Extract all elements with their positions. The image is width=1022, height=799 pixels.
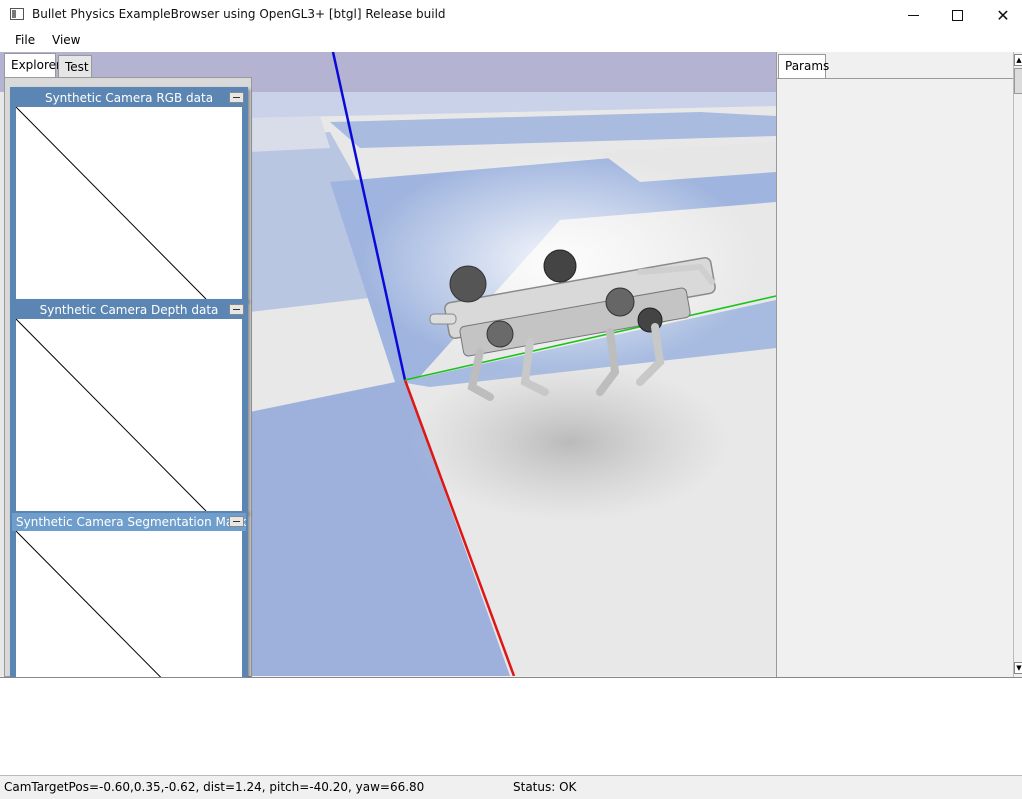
camera-info-text: CamTargetPos=-0.60,0.35,-0.62, dist=1.24…: [4, 780, 425, 794]
app-icon: [10, 8, 24, 20]
minimize-icon[interactable]: [229, 516, 244, 527]
close-icon: ✕: [996, 5, 1010, 25]
minimize-button[interactable]: [890, 0, 936, 30]
segmentation-camera-title: Synthetic Camera Segmentation Mask: [12, 513, 246, 531]
depth-camera-view: [12, 319, 246, 511]
rgb-camera-title-text: Synthetic Camera RGB data: [44, 91, 214, 105]
menu-bar: File View: [0, 30, 1022, 52]
status-text: Status: OK: [513, 780, 577, 794]
scroll-down-icon[interactable]: ▼: [1014, 662, 1022, 674]
tab-explorer[interactable]: Explorer: [4, 53, 61, 77]
rgb-camera-title: Synthetic Camera RGB data: [12, 89, 246, 107]
tab-params[interactable]: Params: [778, 54, 829, 78]
segmentation-camera-title-text: Synthetic Camera Segmentation Mask: [16, 515, 246, 529]
maximize-button[interactable]: [934, 0, 980, 30]
depth-camera-title-text: Synthetic Camera Depth data: [39, 303, 219, 317]
title-bar: Bullet Physics ExampleBrowser using Open…: [0, 0, 1022, 30]
minimize-icon: [907, 14, 919, 16]
params-scrollbar[interactable]: ▲ ▼: [1013, 52, 1022, 677]
scroll-thumb[interactable]: [1014, 68, 1022, 94]
minimize-icon[interactable]: [229, 304, 244, 315]
tab-test[interactable]: Test: [58, 55, 92, 77]
depth-camera-window[interactable]: Synthetic Camera Depth data: [10, 299, 248, 513]
window-title: Bullet Physics ExampleBrowser using Open…: [32, 7, 446, 21]
output-area: [0, 677, 1022, 775]
menu-file[interactable]: File: [15, 33, 35, 47]
params-panel: Params ▲ ▼: [776, 52, 1022, 677]
maximize-icon: [951, 9, 963, 21]
rgb-camera-view: [12, 107, 246, 299]
close-button[interactable]: ✕: [980, 0, 1022, 30]
params-content: [777, 78, 1013, 676]
status-bar: CamTargetPos=-0.60,0.35,-0.62, dist=1.24…: [0, 775, 1022, 799]
rgb-camera-window[interactable]: Synthetic Camera RGB data: [10, 87, 248, 301]
menu-view[interactable]: View: [52, 33, 80, 47]
depth-camera-title: Synthetic Camera Depth data: [12, 301, 246, 319]
minimize-icon[interactable]: [229, 92, 244, 103]
scroll-up-icon[interactable]: ▲: [1014, 54, 1022, 66]
placeholder-cross-icon: [16, 107, 207, 299]
placeholder-cross-icon: [16, 319, 207, 511]
